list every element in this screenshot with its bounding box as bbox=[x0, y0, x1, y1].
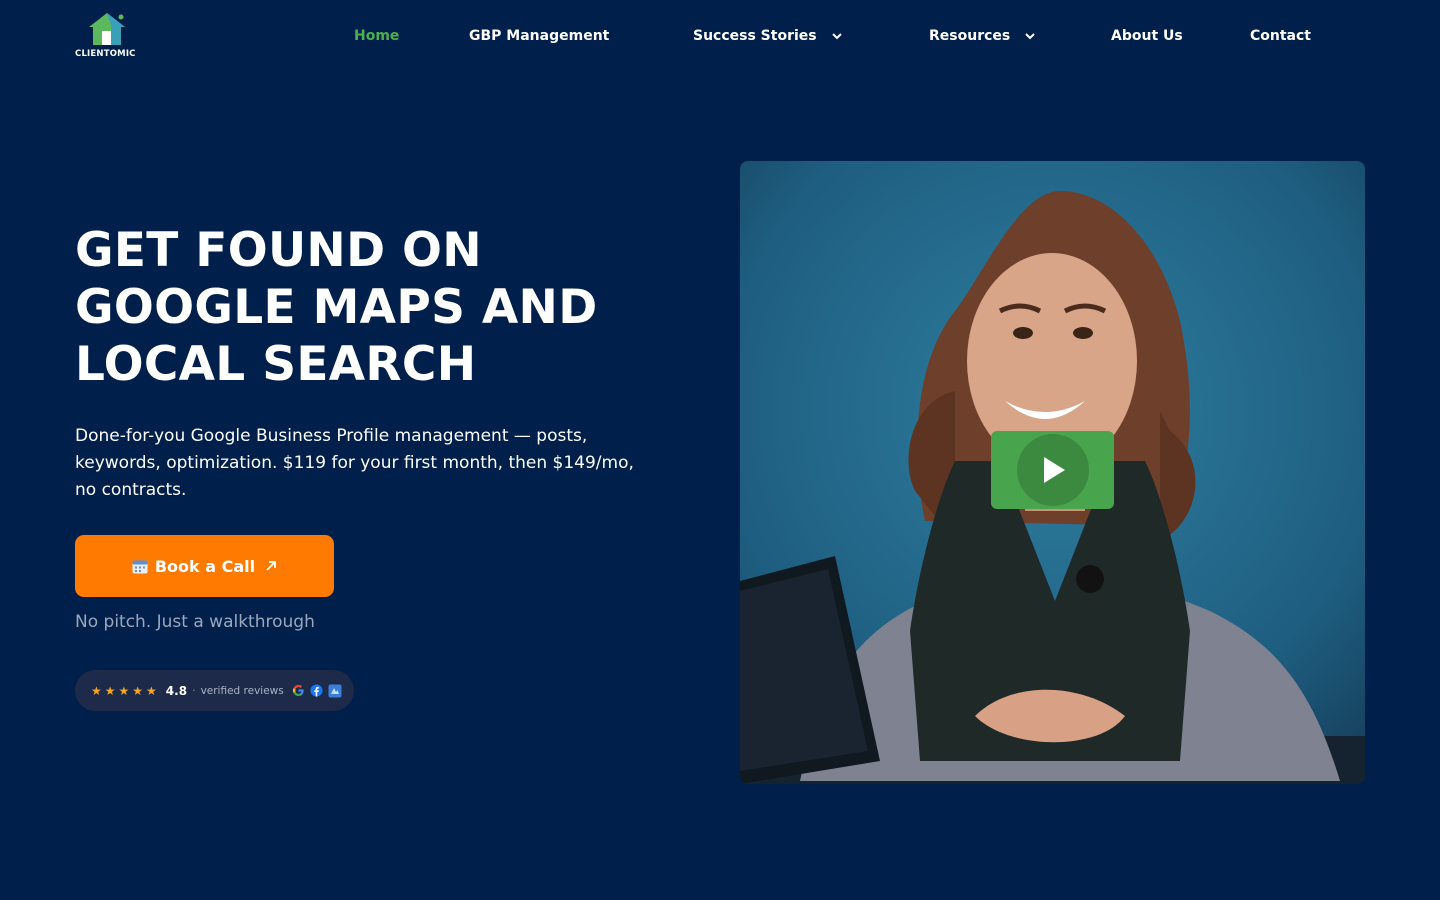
arrow-up-right-icon bbox=[266, 561, 277, 571]
cta-note: No pitch. Just a walkthrough bbox=[75, 612, 315, 632]
nav-item-label: Success Stories bbox=[693, 28, 817, 44]
cta-label: Book a Call bbox=[154, 556, 256, 576]
play-button-circle bbox=[1016, 434, 1089, 506]
nav-item-label: Resources bbox=[929, 28, 1011, 44]
nav-item-resources[interactable]: Resources bbox=[929, 24, 1036, 48]
hero-subtitle: Done-for-you Google Business Profile man… bbox=[75, 426, 634, 500]
hero-title: GET FOUND ON GOOGLE MAPS AND LOCAL SEARC… bbox=[75, 222, 675, 393]
chevron-down-icon bbox=[831, 33, 842, 40]
play-button[interactable] bbox=[991, 431, 1114, 509]
hero-title-line: GOOGLE MAPS AND bbox=[75, 280, 598, 335]
review-platforms bbox=[292, 684, 347, 698]
reviews-label: verified reviews bbox=[200, 684, 284, 697]
hero-title-line: GET FOUND ON bbox=[75, 223, 482, 278]
hero-title-line: LOCAL SEARCH bbox=[75, 337, 477, 392]
facebook-icon bbox=[310, 684, 323, 697]
review-platform-icon bbox=[328, 684, 342, 698]
chevron-down-icon bbox=[1025, 33, 1035, 40]
rating-value: 4.8 bbox=[165, 683, 188, 698]
nav-item-about-us[interactable]: About Us bbox=[1111, 24, 1183, 48]
calendar-icon bbox=[132, 560, 148, 573]
hero-video[interactable] bbox=[740, 161, 1365, 784]
google-icon bbox=[292, 684, 305, 697]
separator: · bbox=[192, 684, 196, 697]
logo-text: CLIENTOMIC bbox=[75, 49, 136, 59]
nav-item-success-stories[interactable]: Success Stories bbox=[693, 24, 843, 48]
main-nav: Home GBP Management Success Stories Reso… bbox=[0, 24, 1440, 48]
star-rating-icon: ★★★★★ bbox=[91, 683, 160, 698]
nav-item-contact[interactable]: Contact bbox=[1250, 24, 1311, 48]
reviews-badge[interactable]: ★★★★★ 4.8 · verified reviews bbox=[75, 670, 354, 711]
nav-item-label: Contact bbox=[1250, 28, 1311, 44]
nav-item-label: GBP Management bbox=[469, 28, 610, 44]
nav-item-label: About Us bbox=[1111, 28, 1183, 44]
play-icon bbox=[1043, 457, 1065, 483]
nav-item-gbp-management[interactable]: GBP Management bbox=[469, 24, 609, 48]
nav-item-label: Home bbox=[354, 28, 400, 44]
book-a-call-button[interactable]: Book a Call bbox=[75, 535, 334, 597]
nav-item-home[interactable]: Home bbox=[354, 24, 399, 48]
